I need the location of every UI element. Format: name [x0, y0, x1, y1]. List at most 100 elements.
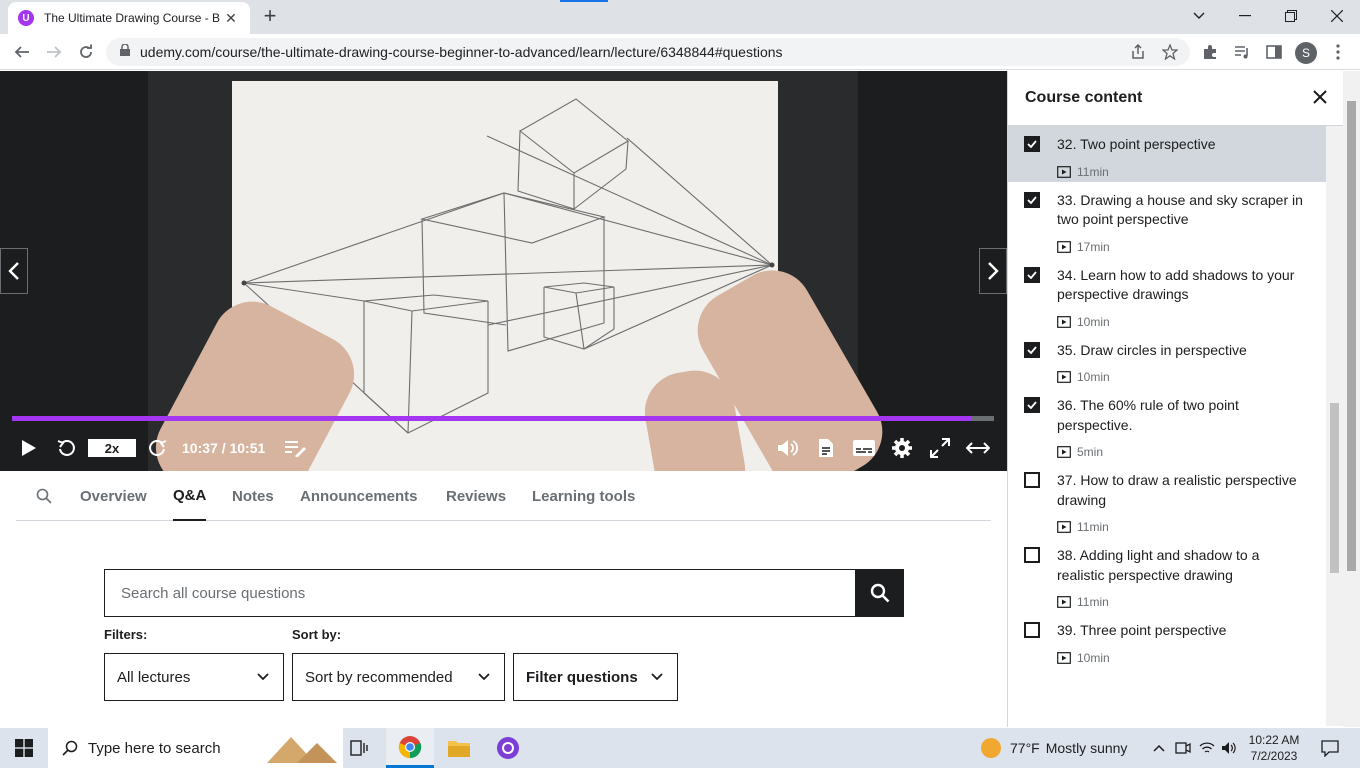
playback-speed-button[interactable]: 2x [88, 439, 136, 457]
reload-icon[interactable] [74, 40, 98, 64]
lecture-item[interactable]: 33. Drawing a house and sky scraper in t… [1008, 182, 1326, 257]
back-arrow-icon[interactable] [10, 40, 34, 64]
video-icon [1057, 651, 1071, 664]
transcript-icon [819, 439, 833, 457]
lecture-title: 38. Adding light and shadow to a realist… [1057, 547, 1260, 583]
play-icon [22, 440, 36, 456]
qa-search-button[interactable] [856, 569, 904, 617]
chrome-taskbar-app[interactable] [386, 728, 434, 768]
sidebar-scrollbar[interactable] [1326, 126, 1343, 726]
next-lecture-button[interactable] [979, 248, 1007, 294]
lecture-checkbox[interactable] [1024, 472, 1040, 488]
lecture-item[interactable]: 32. Two point perspective 11min [1008, 126, 1326, 182]
expand-button[interactable] [964, 435, 992, 461]
close-sidebar-button[interactable] [1310, 87, 1330, 107]
add-note-button[interactable] [282, 435, 308, 461]
lecture-checkbox[interactable] [1024, 622, 1040, 638]
content-tab-bar: Overview Q&A Notes Announcements Reviews… [16, 471, 991, 521]
settings-button[interactable] [889, 435, 915, 461]
lecture-checkbox[interactable] [1024, 397, 1040, 413]
browser-tab[interactable]: U The Ultimate Drawing Course - B ✕ [8, 2, 250, 34]
taskbar-search-box[interactable]: Type here to search [48, 728, 343, 768]
close-icon [1313, 90, 1327, 104]
tab-overview[interactable]: Overview [80, 471, 147, 521]
lecture-item[interactable]: 39. Three point perspective 10min [1008, 612, 1326, 668]
show-hidden-icons-chevron-up-icon[interactable] [1150, 738, 1168, 758]
restore-button[interactable] [1268, 0, 1314, 32]
qa-search-input[interactable]: Search all course questions [104, 569, 856, 617]
lecture-meta: 11min [1057, 162, 1310, 182]
start-button[interactable] [0, 728, 48, 768]
profile-avatar[interactable]: S [1295, 42, 1317, 64]
transcript-button[interactable] [813, 435, 839, 461]
lecture-item[interactable]: 34. Learn how to add shadows to your per… [1008, 257, 1326, 332]
lecture-item[interactable]: 35. Draw circles in perspective 10min [1008, 332, 1326, 388]
lecture-checkbox[interactable] [1024, 191, 1040, 208]
page-scroll-thumb[interactable] [1347, 101, 1356, 571]
volume-button[interactable] [775, 435, 801, 461]
play-button[interactable] [16, 435, 42, 461]
speaker-icon[interactable] [1220, 738, 1238, 758]
file-explorer-taskbar-app[interactable] [435, 728, 483, 768]
tab-qa[interactable]: Q&A [173, 471, 207, 521]
bookmark-star-icon[interactable] [1158, 40, 1182, 64]
lecture-filter-dropdown[interactable]: All lectures [104, 653, 284, 701]
lecture-checkbox[interactable] [1024, 547, 1040, 563]
task-view-button[interactable] [336, 728, 384, 768]
sort-value: Sort by recommended [305, 668, 453, 686]
rewind-button[interactable] [54, 435, 80, 461]
video-player[interactable]: 2x 10:37 / 10:51 [0, 71, 1007, 471]
system-clock[interactable]: 10:22 AM 7/2/2023 [1240, 732, 1308, 764]
tab-notes[interactable]: Notes [232, 471, 274, 521]
lecture-checkbox[interactable] [1024, 136, 1040, 152]
previous-lecture-button[interactable] [0, 248, 28, 294]
minimize-button[interactable] [1222, 0, 1268, 32]
tab-reviews[interactable]: Reviews [446, 471, 506, 521]
share-icon[interactable] [1126, 40, 1150, 64]
video-progress-fill [12, 416, 972, 421]
video-icon [1057, 315, 1071, 328]
video-icon [1057, 240, 1071, 253]
notifications-icon[interactable] [1320, 738, 1340, 758]
wifi-icon[interactable] [1198, 738, 1216, 758]
tab-learning-tools[interactable]: Learning tools [532, 471, 635, 521]
lecture-checkbox[interactable] [1024, 341, 1040, 358]
filter-questions-dropdown[interactable]: Filter questions [513, 653, 678, 701]
lecture-duration: 5min [1077, 445, 1104, 459]
fullscreen-icon [930, 438, 950, 458]
video-time: 10:37 / 10:51 [182, 440, 266, 456]
weather-widget[interactable]: 77°F Mostly sunny [980, 728, 1127, 768]
meet-now-icon[interactable] [1174, 738, 1192, 758]
checkmark-icon [1027, 140, 1037, 148]
tab-close-icon[interactable]: ✕ [222, 10, 240, 27]
lecture-item[interactable]: 37. How to draw a realistic perspective … [1008, 462, 1326, 537]
tab-search-icon[interactable] [1176, 0, 1222, 32]
lecture-meta: 11min [1057, 592, 1310, 612]
omnibox[interactable]: udemy.com/course/the-ultimate-drawing-co… [106, 38, 1190, 66]
forward-arrow-icon[interactable] [42, 40, 66, 64]
forward-button[interactable] [144, 435, 170, 461]
extensions-puzzle-icon[interactable] [1198, 40, 1222, 64]
media-control-icon[interactable] [1230, 40, 1254, 64]
video-progress-bar[interactable] [12, 416, 994, 421]
fullscreen-button[interactable] [927, 435, 953, 461]
sidebar-scroll-thumb[interactable] [1330, 403, 1339, 573]
new-tab-button[interactable]: + [258, 5, 282, 29]
chrome-icon [398, 735, 422, 758]
lecture-filter-value: All lectures [117, 668, 191, 686]
lecture-title: 34. Learn how to add shadows to your per… [1057, 266, 1295, 303]
captions-button[interactable] [850, 435, 878, 461]
tab-search[interactable] [36, 471, 52, 521]
page-scrollbar[interactable] [1343, 71, 1360, 727]
close-window-button[interactable] [1314, 0, 1360, 32]
sort-dropdown[interactable]: Sort by recommended [292, 653, 505, 701]
side-panel-icon[interactable] [1262, 40, 1286, 64]
search-icon [62, 740, 78, 756]
browser-tab-strip: U The Ultimate Drawing Course - B ✕ + [0, 0, 1360, 34]
lecture-checkbox[interactable] [1024, 266, 1040, 283]
lecture-item[interactable]: 38. Adding light and shadow to a realist… [1008, 537, 1326, 612]
github-desktop-taskbar-app[interactable] [484, 728, 532, 768]
kebab-menu-icon[interactable] [1326, 40, 1350, 64]
tab-announcements[interactable]: Announcements [300, 471, 418, 521]
lecture-item[interactable]: 36. The 60% rule of two point perspectiv… [1008, 387, 1326, 462]
